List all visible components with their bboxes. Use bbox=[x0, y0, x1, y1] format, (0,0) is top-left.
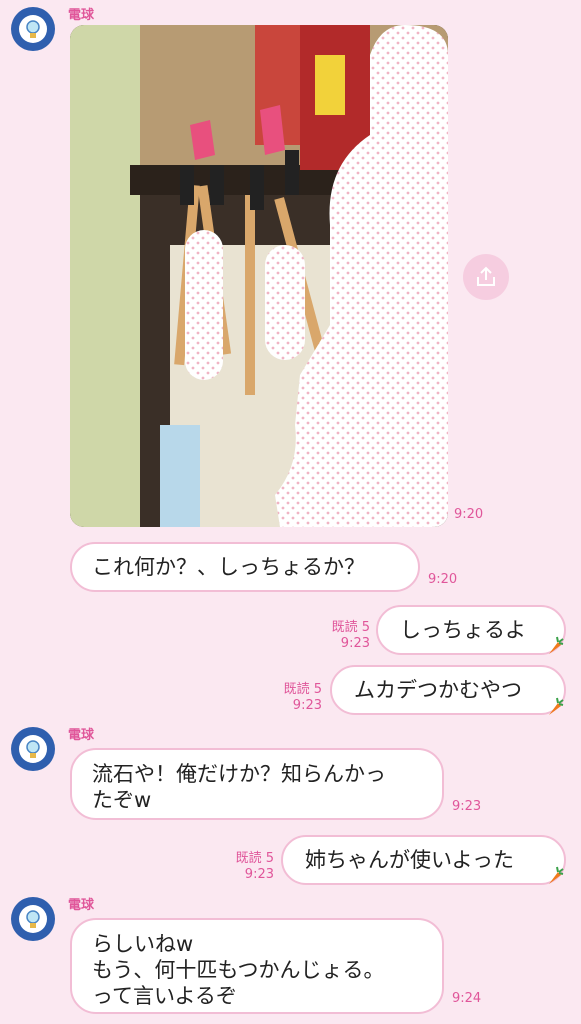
message-time: 9:23 bbox=[452, 799, 482, 814]
message-time: 9:24 bbox=[452, 991, 482, 1006]
outgoing-bubble[interactable]: しっちょるよ bbox=[376, 605, 566, 655]
message-line: たぞw bbox=[92, 788, 152, 812]
sender-name: 電球 bbox=[68, 8, 95, 23]
message-time: 9:20 bbox=[428, 572, 458, 587]
message-line: 流石や！俺だけか？知らんかっ bbox=[92, 762, 386, 786]
read-receipt: 既読 5 9:23 bbox=[204, 851, 274, 883]
light-bulb-icon bbox=[19, 15, 47, 43]
outgoing-bubble[interactable]: 姉ちゃんが使いよった bbox=[281, 835, 566, 885]
read-status: 既読 5 bbox=[235, 851, 274, 866]
message-line: って言いよるぞ bbox=[92, 984, 237, 1008]
message-line: らしいねw bbox=[92, 932, 194, 956]
message-line: もう、何十匹もつかんじょる。 bbox=[92, 958, 385, 982]
share-button[interactable] bbox=[463, 254, 509, 300]
sender-avatar[interactable] bbox=[11, 727, 55, 771]
message-text: しっちょるよ bbox=[400, 618, 526, 642]
light-bulb-icon bbox=[19, 905, 47, 933]
share-icon bbox=[477, 266, 495, 286]
carrot-icon bbox=[549, 636, 564, 654]
read-status: 既読 5 bbox=[283, 682, 322, 697]
incoming-bubble[interactable]: 流石や！俺だけか？知らんかっ たぞw bbox=[70, 748, 444, 820]
read-status: 既読 5 bbox=[331, 620, 370, 635]
sender-name: 電球 bbox=[68, 898, 95, 913]
sender-avatar[interactable] bbox=[11, 7, 55, 51]
carrot-icon bbox=[549, 866, 564, 884]
light-bulb-icon bbox=[19, 735, 47, 763]
incoming-bubble[interactable]: らしいねw もう、何十匹もつかんじょる。 って言いよるぞ bbox=[70, 918, 444, 1014]
sender-name: 電球 bbox=[68, 728, 95, 743]
message-text: ムカデつかむやつ bbox=[354, 678, 522, 702]
photo-content bbox=[70, 25, 448, 527]
read-receipt: 既読 5 9:23 bbox=[252, 682, 322, 714]
message-time: 9:23 bbox=[244, 867, 274, 882]
shared-photo[interactable] bbox=[70, 25, 448, 527]
message-time: 9:20 bbox=[454, 507, 484, 522]
outgoing-bubble[interactable]: ムカデつかむやつ bbox=[330, 665, 566, 715]
incoming-bubble[interactable]: これ何か？、しっちょるか？ bbox=[70, 542, 420, 592]
carrot-icon bbox=[549, 697, 564, 715]
message-time: 9:23 bbox=[340, 636, 370, 651]
message-text: 姉ちゃんが使いよった bbox=[305, 848, 514, 872]
message-text: これ何か？、しっちょるか？ bbox=[92, 555, 365, 579]
sender-avatar[interactable] bbox=[11, 897, 55, 941]
message-time: 9:23 bbox=[292, 698, 322, 713]
read-receipt: 既読 5 9:23 bbox=[300, 620, 370, 652]
